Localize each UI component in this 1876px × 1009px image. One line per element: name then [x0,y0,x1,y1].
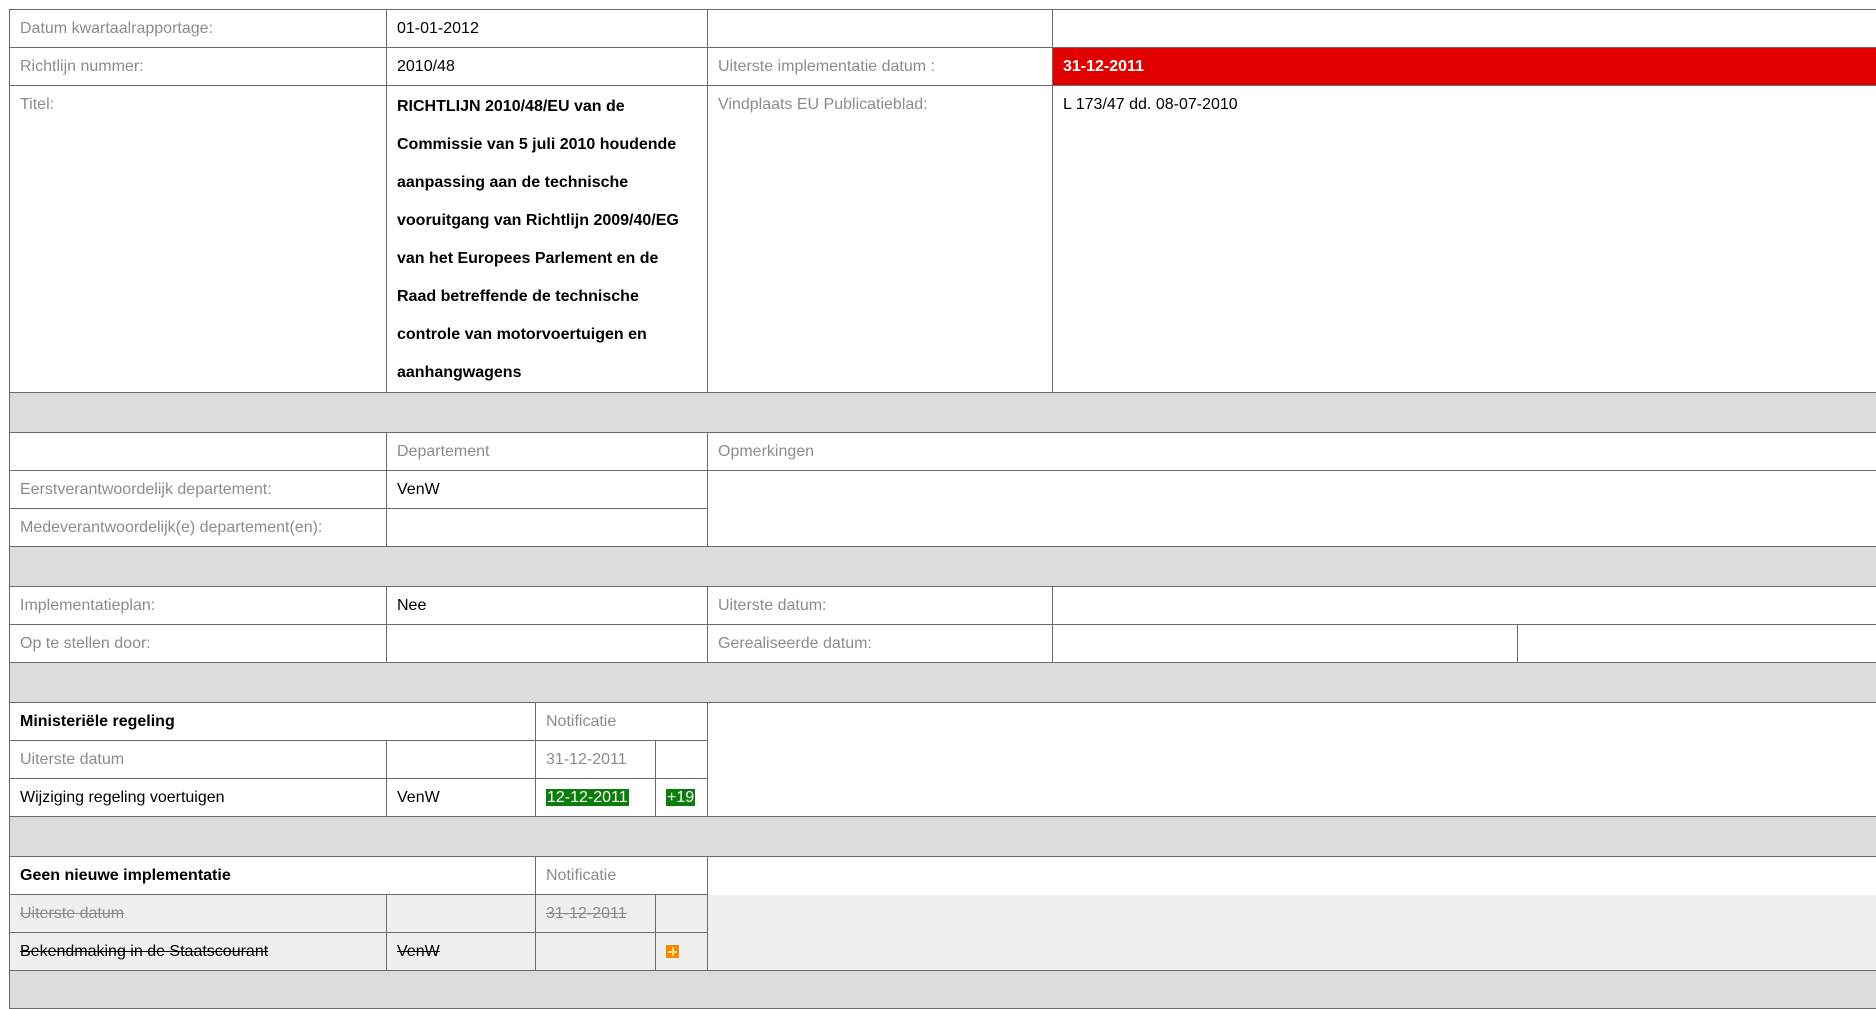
empty-cell [708,10,1053,48]
op-te-stellen-label: Op te stellen door: [10,625,387,663]
ministeriele-title: Ministeriële regeling [10,703,536,741]
ministeriele-item-delta-cell: +19 [656,779,708,817]
geen-nieuwe-remarks [708,857,1876,895]
vindplaats-value: L 173/47 dd. 08-07-2010 [1053,86,1876,393]
ministeriele-item-label: Wijziging regeling voertuigen [10,779,387,817]
empty-cell [1518,625,1876,663]
separator-row [10,971,1876,1009]
uiterste-datum-value [1053,587,1876,625]
ministeriele-item-date: 12-12-2011 [546,789,629,806]
geen-nieuwe-uiterste-label: Uiterste datum [10,895,387,933]
geen-nieuwe-title: Geen nieuwe implementatie [10,857,536,895]
geen-nieuwe-item-dept: VenW [387,933,536,971]
richtlijn-label: Richtlijn nummer: [10,48,387,86]
geen-nieuwe-uiterste-date: 31-12-2011 [536,895,656,933]
separator-row [10,547,1876,587]
titel-value: RICHTLIJN 2010/48/EU van de Commissie va… [387,86,708,393]
uiterste-datum-label: Uiterste datum: [708,587,1053,625]
empty-cell [387,741,536,779]
geen-nieuwe-warn-cell [656,933,708,971]
impl-value: Nee [387,587,708,625]
op-te-stellen-value [387,625,708,663]
warning-plus-icon[interactable] [666,945,679,958]
impl-label: Implementatieplan: [10,587,387,625]
geen-nieuwe-remarks-body [708,895,1876,971]
empty-cell [10,433,387,471]
ministeriele-notificatie: Notificatie [536,703,708,741]
ministeriele-remarks [708,703,1876,817]
empty-cell [1053,10,1876,48]
empty-cell [656,741,708,779]
ministeriele-item-dept: VenW [387,779,536,817]
geen-nieuwe-item-label: Bekendmaking in de Staatscourant [10,933,387,971]
vindplaats-label: Vindplaats EU Publicatieblad: [708,86,1053,393]
gerealiseerd-label: Gerealiseerde datum: [708,625,1053,663]
col-opmerkingen: Opmerkingen [708,433,1876,471]
eerst-label: Eerstverantwoordelijk departement: [10,471,387,509]
ministeriele-uiterste-date: 31-12-2011 [536,741,656,779]
geen-nieuwe-notificatie: Notificatie [536,857,708,895]
datum-label: Datum kwartaalrapportage: [10,10,387,48]
separator-row [10,817,1876,857]
empty-cell [387,895,536,933]
uiterste-impl-label: Uiterste implementatie datum : [708,48,1053,86]
empty-cell [536,933,656,971]
opmerkingen-cell [708,471,1876,547]
uiterste-impl-value: 31-12-2011 [1053,48,1876,86]
titel-label: Titel: [10,86,387,393]
mede-value [387,509,708,547]
separator-row [10,663,1876,703]
gerealiseerd-value [1053,625,1518,663]
empty-cell [656,895,708,933]
col-departement: Departement [387,433,708,471]
richtlijn-value: 2010/48 [387,48,708,86]
report-table: Datum kwartaalrapportage: 01-01-2012 Ric… [9,9,1876,1009]
mede-label: Medeverantwoordelijk(e) departement(en): [10,509,387,547]
separator-row [10,393,1876,433]
datum-value: 01-01-2012 [387,10,708,48]
ministeriele-item-delta: +19 [666,789,695,806]
eerst-value: VenW [387,471,708,509]
ministeriele-item-date-cell: 12-12-2011 [536,779,656,817]
ministeriele-uiterste-label: Uiterste datum [10,741,387,779]
